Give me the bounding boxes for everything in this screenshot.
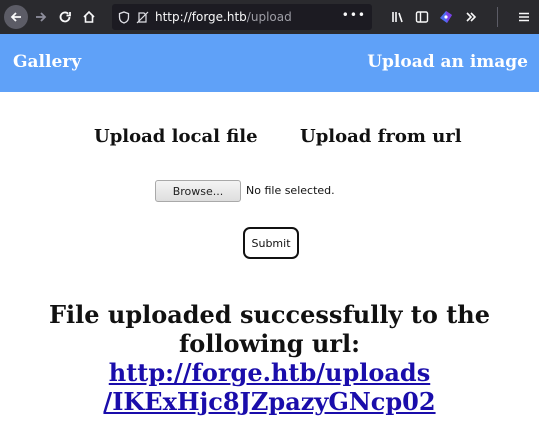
back-arrow-icon [10,12,21,22]
browse-file-button[interactable]: Browse... [155,180,241,202]
page-actions-button[interactable]: ••• [342,8,366,22]
url-path: /upload [246,10,292,24]
url-text[interactable]: http://forge.htb/upload [155,10,292,24]
result-message: File uploaded successfully to the follow… [48,300,491,358]
menu-button[interactable] [514,6,534,28]
home-button[interactable] [78,6,100,28]
forward-arrow-icon [36,12,47,22]
browser-toolbar: http://forge.htb/upload ••• [0,0,539,34]
overflow-button[interactable] [460,6,482,28]
page-info-icon[interactable] [136,11,149,24]
nav-upload-link[interactable]: Upload an image [367,52,528,72]
reload-icon [59,11,71,23]
site-navbar: Gallery Upload an image [0,34,539,92]
uploaded-link-line1: http://forge.htb/uploads [108,358,431,387]
extension-button[interactable] [436,6,456,28]
tracking-shield-icon[interactable] [118,10,130,24]
forward-button[interactable] [30,6,52,28]
sidebar-icon [415,11,429,23]
back-button[interactable] [4,5,28,29]
nav-gallery-link[interactable]: Gallery [13,52,81,72]
uploaded-file-link[interactable]: http://forge.htb/uploads /IKExHjc8JZpazy… [0,358,539,416]
hamburger-menu-icon [519,12,529,22]
reload-button[interactable] [54,6,76,28]
library-button[interactable] [388,6,408,28]
uploaded-link-line2: /IKExHjc8JZpazyGNcp02 [103,387,436,416]
file-status-text: No file selected. [246,184,335,197]
address-bar[interactable]: http://forge.htb/upload ••• [112,4,372,30]
upload-from-url-tab[interactable]: Upload from url [300,126,462,147]
url-host: http://forge.htb [155,10,247,24]
upload-local-file-tab[interactable]: Upload local file [94,126,258,147]
home-icon [83,10,95,23]
upload-result: File uploaded successfully to the follow… [0,300,539,416]
library-icon [392,12,403,23]
overflow-chevrons-icon [466,12,477,22]
sidebar-button[interactable] [412,6,432,28]
toolbar-divider [497,7,498,27]
extension-icon [440,11,452,23]
submit-button[interactable]: Submit [243,227,299,259]
